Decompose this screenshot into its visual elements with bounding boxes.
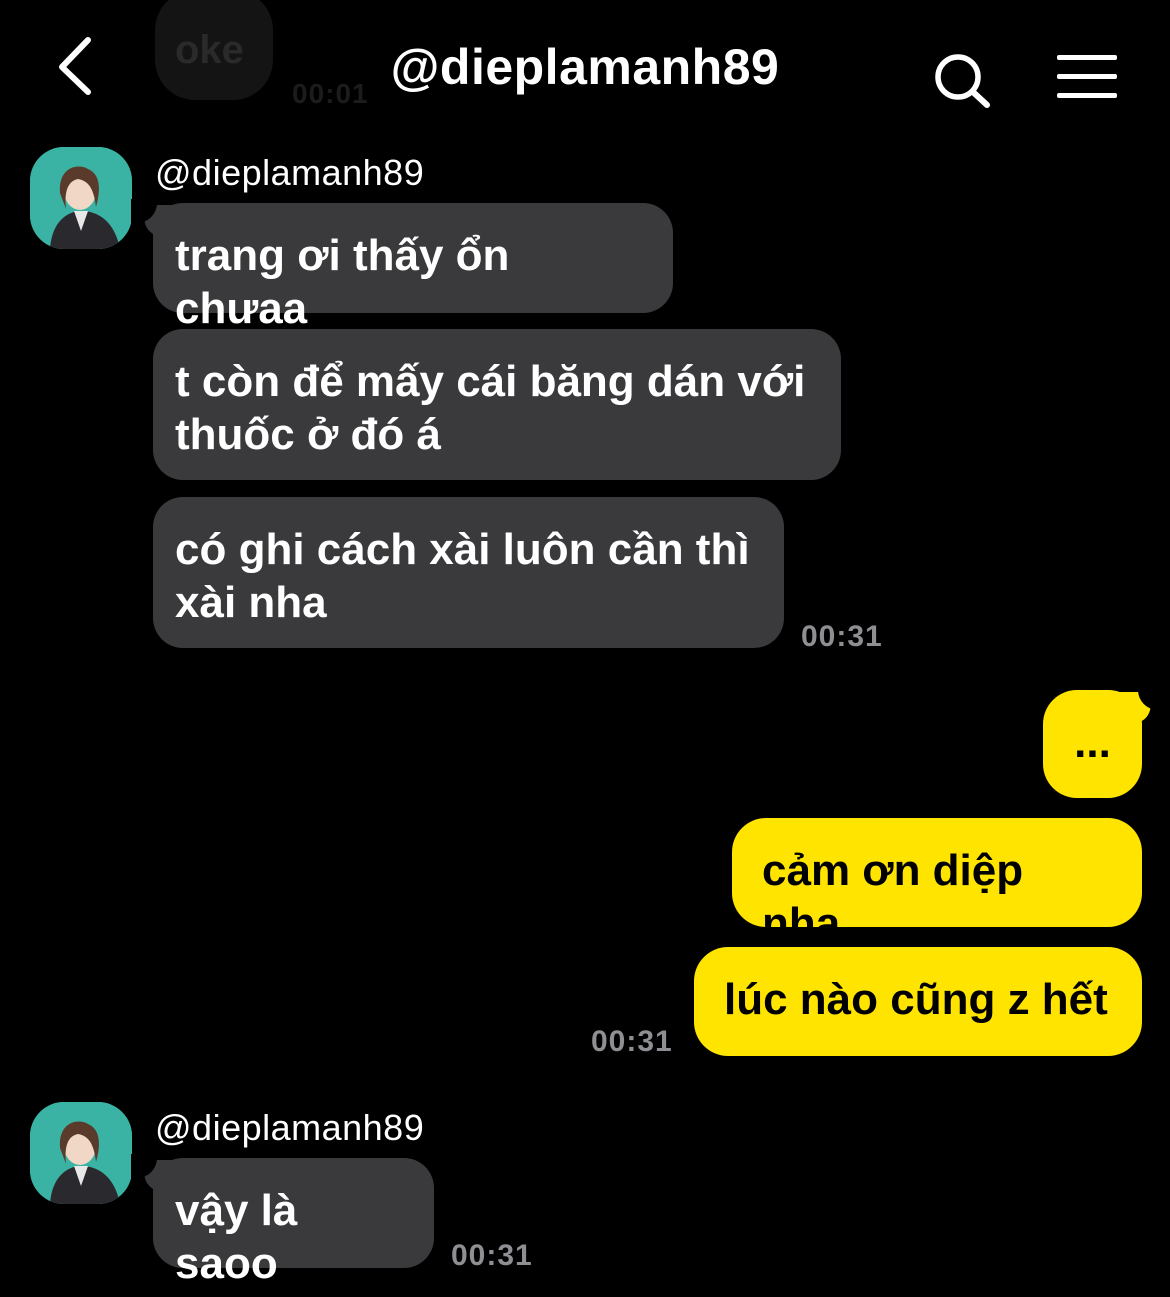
- message-bubble[interactable]: t còn để mấy cái băng dán với thuốc ở đó…: [153, 329, 841, 480]
- message-text: vậy là saoo: [175, 1186, 298, 1288]
- message-text: trang ơi thấy ổn chưaa: [175, 231, 510, 333]
- message-bubble[interactable]: có ghi cách xài luôn cần thì xài nha: [153, 497, 784, 648]
- message-timestamp: 00:31: [801, 620, 883, 653]
- message-timestamp: 00:31: [451, 1239, 533, 1272]
- profile-photo-icon: [30, 1102, 132, 1204]
- sender-username: @dieplamanh89: [155, 1107, 425, 1148]
- hamburger-menu-icon: [1057, 55, 1117, 98]
- message-text: cảm ơn diệp nha: [762, 846, 1024, 948]
- my-message-bubble[interactable]: cảm ơn diệp nha: [732, 818, 1142, 948]
- my-message-bubble[interactable]: ...: [1043, 686, 1164, 798]
- my-message-bubble[interactable]: lúc nào cũng z hết: [694, 947, 1142, 1056]
- menu-button[interactable]: [1054, 52, 1120, 102]
- message-bubble[interactable]: vậy là saoo: [131, 1154, 434, 1288]
- message-text: có ghi cách xài luôn cần thì xài nha: [175, 525, 750, 627]
- message-text: t còn để mấy cái băng dán với thuốc ở đó…: [175, 357, 806, 459]
- message-timestamp: 00:31: [591, 1025, 673, 1058]
- avatar[interactable]: [30, 147, 132, 249]
- search-icon: [935, 54, 990, 108]
- chat-title: @dieplamanh89: [390, 39, 780, 95]
- message-text: lúc nào cũng z hết: [724, 975, 1108, 1024]
- profile-photo-icon: [30, 147, 132, 249]
- sender-username: @dieplamanh89: [155, 152, 425, 193]
- search-button[interactable]: [930, 50, 994, 114]
- message-text: ...: [1074, 718, 1111, 767]
- message-bubble[interactable]: trang ơi thấy ổn chưaa: [131, 199, 673, 333]
- avatar[interactable]: [30, 1102, 132, 1204]
